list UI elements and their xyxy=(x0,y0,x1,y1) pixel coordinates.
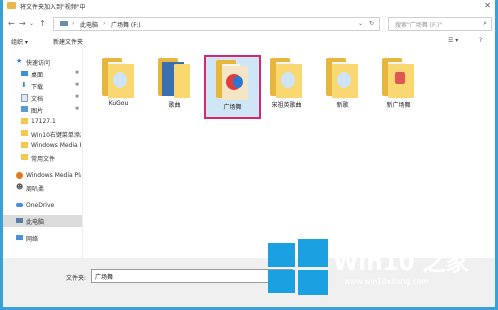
folder-icon xyxy=(216,60,250,100)
folder-label: 新歌 xyxy=(336,102,349,109)
folder-icon xyxy=(270,58,304,98)
watermark-url: www.win10xitong.com xyxy=(344,277,429,286)
breadcrumb-drive[interactable]: 广场舞 (F:) xyxy=(111,20,141,29)
folder-item-new-square-dance[interactable]: 新广场舞 xyxy=(372,55,425,115)
filename-value: 广场舞 xyxy=(95,274,114,281)
chevron-right-icon: › xyxy=(72,20,75,27)
computer-icon xyxy=(60,21,68,26)
pin-icon[interactable]: ✱ xyxy=(75,106,79,112)
sidebar-item-onedrive[interactable]: OneDrive xyxy=(3,200,82,212)
folder-icon xyxy=(158,58,192,98)
folder-item-kugou[interactable]: KuGou xyxy=(92,55,145,115)
sidebar-item-quick-access[interactable]: ★ 快速访问 xyxy=(3,56,82,68)
sidebar-item-network[interactable]: 网络 xyxy=(3,232,82,244)
folder-icon xyxy=(326,58,360,98)
search-input[interactable]: 搜索"广场舞 (F:)" ⌕ xyxy=(388,17,492,31)
sidebar-item-media-player[interactable]: Windows Media Pla xyxy=(3,170,82,182)
folder-label: 新广场舞 xyxy=(386,102,411,109)
sidebar-item-label: 桌面 xyxy=(31,72,44,79)
chevron-down-icon[interactable]: ⌄ xyxy=(358,20,363,27)
sidebar-item-user[interactable]: ☻ 周叭柔 xyxy=(3,182,82,194)
sidebar-item-label: 下载 xyxy=(31,84,44,91)
sidebar-item-wmp-folder[interactable]: Windows Media Pla xyxy=(3,140,82,152)
sidebar-item-label: Windows Media Pla xyxy=(31,142,81,149)
download-icon: ⬇ xyxy=(21,81,27,89)
folder-item-song-zuying[interactable]: 宋祖英歌曲 xyxy=(260,55,313,115)
star-icon: ★ xyxy=(16,57,23,65)
breadcrumb-this-pc[interactable]: 此电脑 xyxy=(80,20,98,29)
sidebar-item-documents[interactable]: 文档 ✱ xyxy=(3,92,82,104)
folder-icon xyxy=(7,2,16,9)
address-input[interactable]: › 此电脑 › 广场舞 (F:) ⌄ ↻ xyxy=(53,17,380,31)
file-list-view: KuGou 歌曲 广场舞 宋祖英歌曲 新歌 新广场舞 xyxy=(83,48,492,258)
sidebar-item-desktop[interactable]: 桌面 ✱ xyxy=(3,68,82,80)
help-icon[interactable]: ? xyxy=(479,37,482,44)
folder-label: 歌曲 xyxy=(168,102,181,109)
command-bar: 组织 ▾ 新建文件夹 ☰ ▾ ? xyxy=(3,34,495,48)
folder-icon xyxy=(382,58,416,98)
picture-icon xyxy=(21,106,28,112)
back-arrow-icon[interactable]: ← xyxy=(8,19,15,28)
sidebar-item-label: 此电脑 xyxy=(26,219,45,226)
folder-icon xyxy=(21,118,28,124)
sidebar-item-label: 网络 xyxy=(26,236,39,243)
network-icon xyxy=(16,235,23,240)
folder-item-songs[interactable]: 歌曲 xyxy=(148,55,201,115)
sidebar-item-label: OneDrive xyxy=(26,202,55,209)
cloud-icon xyxy=(16,203,23,207)
search-placeholder: 搜索"广场舞 (F:)" xyxy=(395,22,443,29)
file-dialog-window: 将文件夹加入到"视频"中 ✕ ← → ⌄ ↑ › 此电脑 › 广场舞 (F:) … xyxy=(0,0,498,310)
sidebar-item-label: 图片 xyxy=(31,108,44,115)
media-player-icon xyxy=(16,172,23,179)
document-icon xyxy=(21,94,28,102)
new-folder-button[interactable]: 新建文件夹 xyxy=(53,37,83,46)
folder-icon xyxy=(102,58,136,98)
folder-item-new-songs[interactable]: 新歌 xyxy=(316,55,369,115)
sidebar-item-downloads[interactable]: ⬇ 下载 ✱ xyxy=(3,80,82,92)
sidebar-item-label: 文档 xyxy=(31,96,44,103)
sidebar-item-label: 常用文件 xyxy=(31,156,56,163)
chevron-right-icon: › xyxy=(103,20,106,27)
user-icon: ☻ xyxy=(16,183,24,191)
desktop-icon xyxy=(21,71,28,76)
sidebar-item-pictures[interactable]: 图片 ✱ xyxy=(3,104,82,116)
pin-icon[interactable]: ✱ xyxy=(75,82,79,88)
address-bar-row: ← → ⌄ ↑ › 此电脑 › 广场舞 (F:) ⌄ ↻ 搜索"广场舞 (F:)… xyxy=(3,12,495,34)
pin-icon[interactable]: ✱ xyxy=(75,94,79,100)
organize-button[interactable]: 组织 ▾ xyxy=(11,37,28,46)
folder-label: 广场舞 xyxy=(223,104,242,111)
sidebar-item-label: 17127.1 xyxy=(31,118,56,125)
search-icon[interactable]: ⌕ xyxy=(483,19,487,28)
sidebar-item-label: 周叭柔 xyxy=(26,186,45,193)
folder-icon xyxy=(21,142,28,148)
sidebar-item-label: Win10右键菜单添加 xyxy=(31,132,81,139)
navigation-pane: ★ 快速访问 桌面 ✱ ⬇ 下载 ✱ 文档 ✱ 图片 ✱ 17127.1 Win… xyxy=(3,48,83,258)
view-options-icon[interactable]: ☰ ▾ xyxy=(448,37,458,44)
sidebar-item-win10-menu[interactable]: Win10右键菜单添加 xyxy=(3,128,82,140)
computer-icon xyxy=(16,218,23,223)
window-title: 将文件夹加入到"视频"中 xyxy=(20,4,86,11)
title-bar: 将文件夹加入到"视频"中 ✕ xyxy=(3,0,495,12)
sidebar-item-17127[interactable]: 17127.1 xyxy=(3,116,82,128)
windows-logo-icon xyxy=(268,238,328,295)
up-arrow-icon[interactable]: ↑ xyxy=(39,19,46,28)
recent-dropdown-icon[interactable]: ⌄ xyxy=(29,20,34,27)
folder-icon xyxy=(21,130,28,136)
forward-arrow-icon[interactable]: → xyxy=(19,19,26,28)
sidebar-item-this-pc[interactable]: 此电脑 xyxy=(3,215,82,227)
folder-label: KuGou xyxy=(108,100,129,107)
close-icon[interactable]: ✕ xyxy=(484,1,491,10)
sidebar-item-common-files[interactable]: 常用文件 xyxy=(3,152,82,164)
sidebar-item-label: Windows Media Pla xyxy=(26,172,81,179)
pin-icon[interactable]: ✱ xyxy=(75,70,79,76)
folder-item-square-dance[interactable]: 广场舞 xyxy=(204,55,261,119)
refresh-icon[interactable]: ↻ xyxy=(369,20,374,27)
filename-label: 文件夹: xyxy=(66,275,87,282)
filename-input[interactable]: 广场舞 xyxy=(91,269,293,283)
folder-icon xyxy=(21,154,28,160)
sidebar-item-label: 快速访问 xyxy=(26,60,51,67)
folder-label: 宋祖英歌曲 xyxy=(271,102,302,109)
watermark: Win10 之家 www.win10xitong.com xyxy=(268,238,498,298)
watermark-title: Win10 之家 xyxy=(333,250,469,276)
